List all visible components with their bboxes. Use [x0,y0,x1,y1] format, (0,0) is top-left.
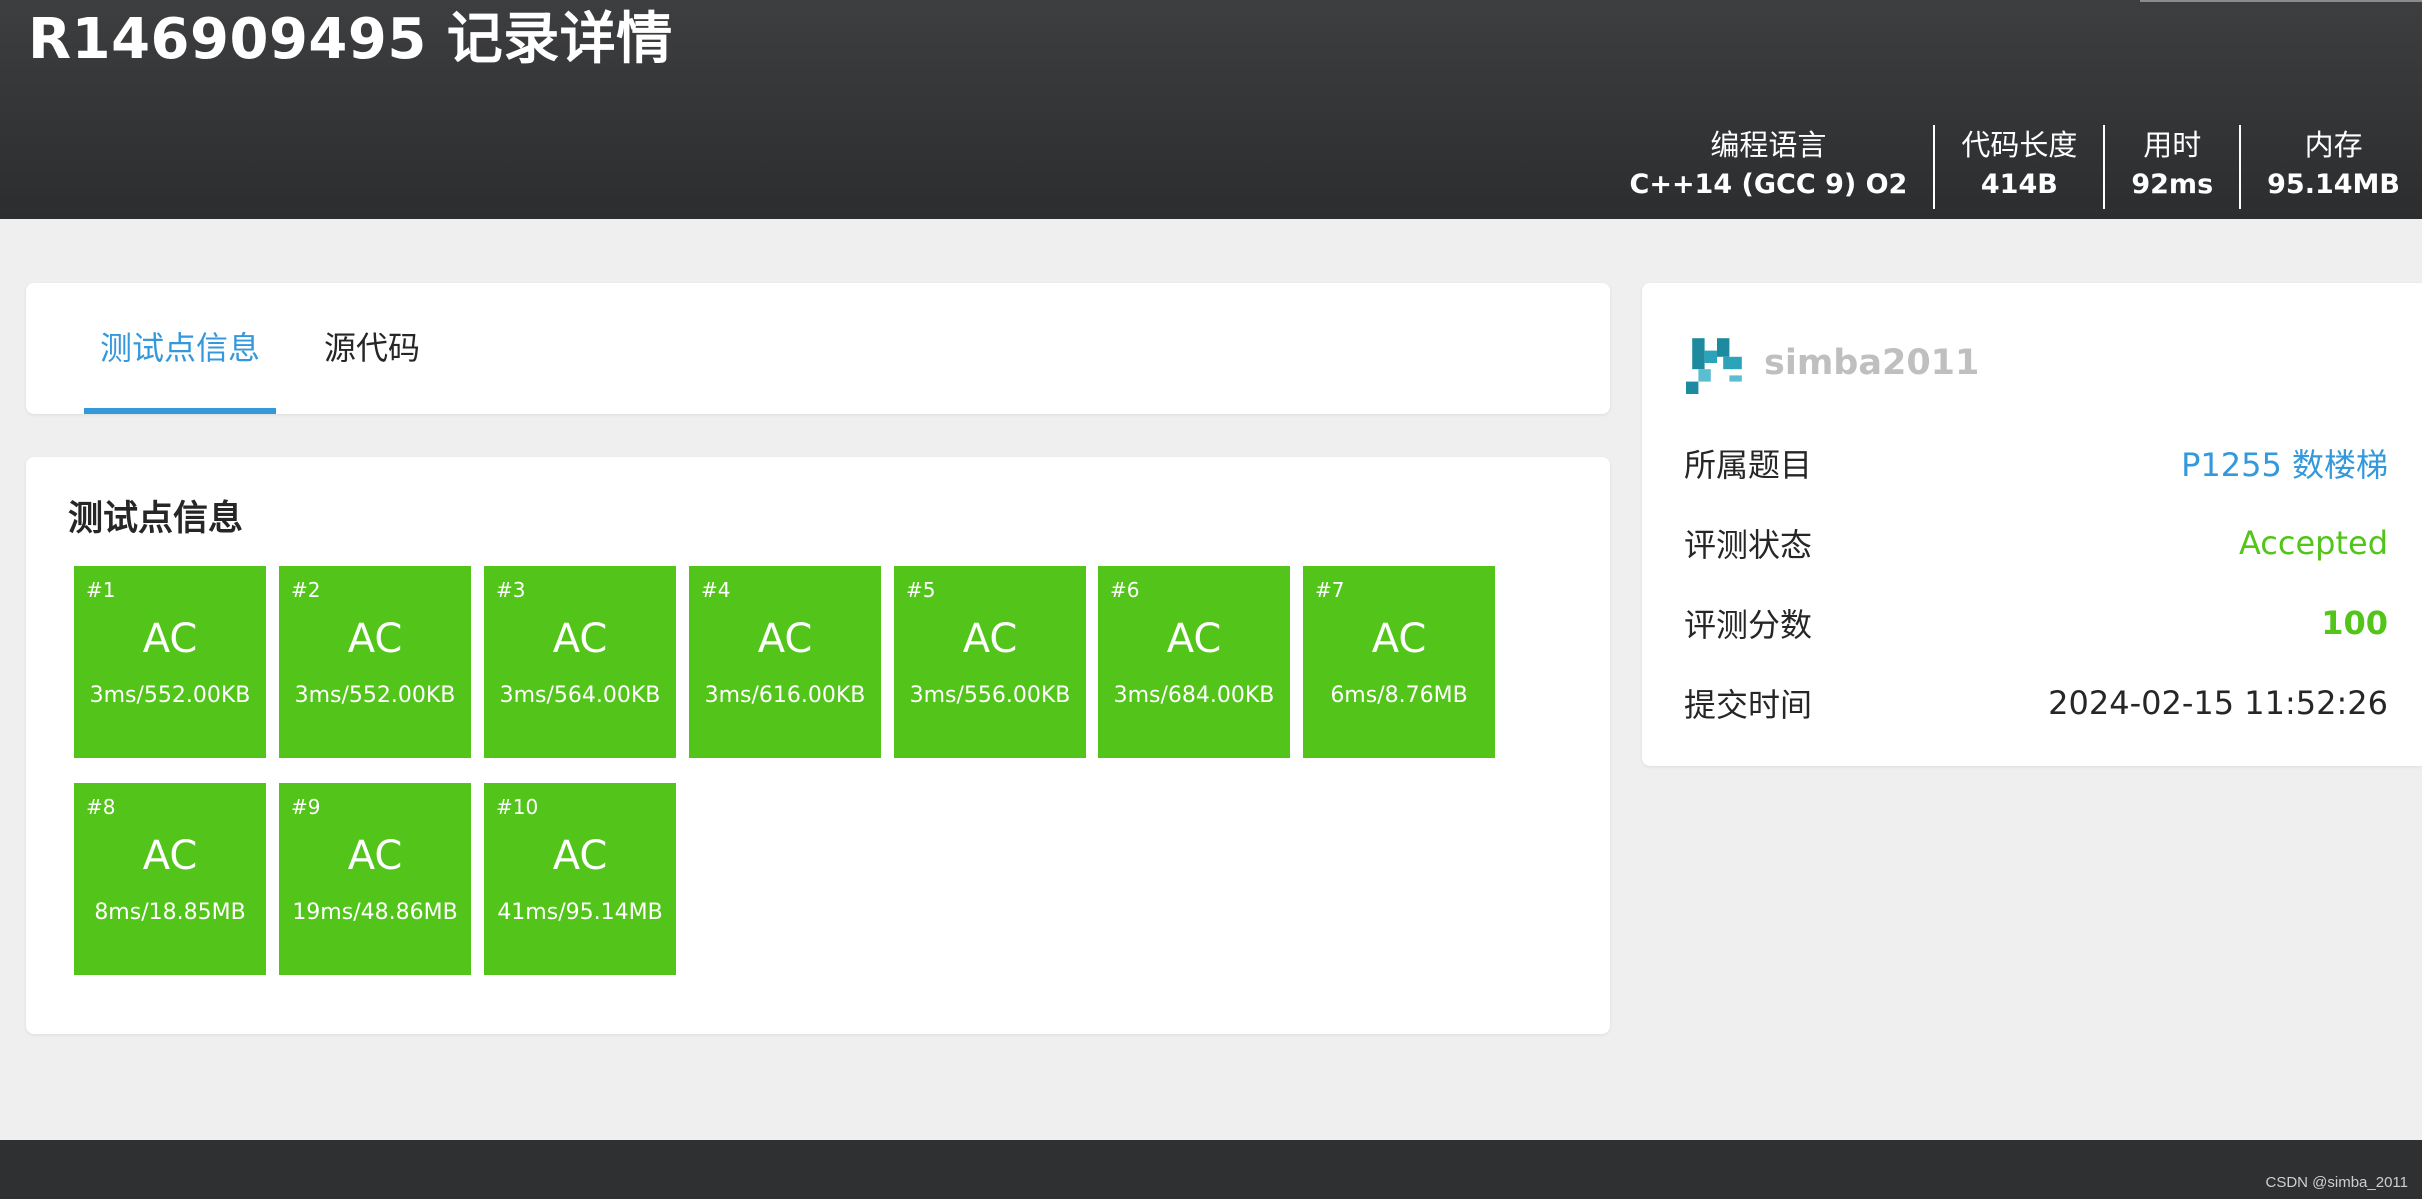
info-key: 评测分数 [1684,606,1813,644]
stat-language-value: C++14 (GCC 9) O2 [1629,169,1908,200]
testcase-number: #4 [701,578,731,602]
testcase-detail: 41ms/95.14MB [497,900,663,925]
testcase-number: #5 [906,578,936,602]
testcase-detail: 3ms/552.00KB [294,683,456,708]
testcase-tile[interactable]: #2 AC 3ms/552.00KB [279,566,471,758]
testcase-status: AC [552,616,608,662]
testcase-tile[interactable]: #1 AC 3ms/552.00KB [74,566,266,758]
testcase-number: #3 [496,578,526,602]
info-row-score: 评测分数 100 [1684,597,2388,649]
testcase-tile[interactable]: #10 AC 41ms/95.14MB [484,783,676,975]
user-row[interactable]: simba2011 [1686,331,1979,395]
stat-time: 用时 92ms [2103,125,2239,209]
info-row-problem: 所属题目 P1255 数楼梯 [1684,437,2388,489]
header-corner-line [2140,0,2422,2]
info-row-submit-time: 提交时间 2024-02-15 11:52:26 [1684,677,2388,729]
username[interactable]: simba2011 [1764,341,1979,385]
testcase-number: #6 [1110,578,1140,602]
testcase-status: AC [142,833,198,879]
stat-memory-value: 95.14MB [2267,169,2400,200]
record-info-card: simba2011 所属题目 P1255 数楼梯 评测状态 Accepted 评… [1642,283,2422,766]
submit-time-value: 2024-02-15 11:52:26 [2048,684,2388,722]
stat-memory: 内存 95.14MB [2239,125,2422,209]
testcase-number: #10 [496,795,539,819]
testcase-tile[interactable]: #7 AC 6ms/8.76MB [1303,566,1495,758]
stat-code-length-value: 414B [1980,169,2058,200]
testcases-card: 测试点信息 #1 AC 3ms/552.00KB #2 AC 3ms/552.0… [26,457,1610,1034]
page-title: R146909495 记录详情 [28,7,673,72]
testcase-tile[interactable]: #3 AC 3ms/564.00KB [484,566,676,758]
testcase-number: #9 [291,795,321,819]
testcase-detail: 6ms/8.76MB [1330,683,1468,708]
score-value: 100 [2321,604,2388,642]
testcase-status: AC [962,616,1018,662]
testcase-status: AC [347,833,403,879]
page-header: R146909495 记录详情 编程语言 C++14 (GCC 9) O2 代码… [0,0,2422,219]
testcase-number: #8 [86,795,116,819]
testcase-detail: 3ms/552.00KB [89,683,251,708]
problem-link[interactable]: P1255 数楼梯 [2181,440,2388,486]
testcase-tile[interactable]: #4 AC 3ms/616.00KB [689,566,881,758]
user-avatar-icon [1686,338,1742,394]
stat-code-length-label: 代码长度 [1961,128,2078,162]
testcase-detail: 19ms/48.86MB [292,900,458,925]
testcase-status: AC [552,833,608,879]
stat-code-length: 代码长度 414B [1933,125,2103,209]
testcase-detail: 3ms/616.00KB [704,683,866,708]
testcase-tile[interactable]: #5 AC 3ms/556.00KB [894,566,1086,758]
testcase-tile[interactable]: #8 AC 8ms/18.85MB [74,783,266,975]
testcase-detail: 3ms/564.00KB [499,683,661,708]
stat-language-label: 编程语言 [1710,128,1827,162]
stat-time-value: 92ms [2131,169,2214,200]
testcase-status: AC [142,616,198,662]
judge-status-value: Accepted [2238,524,2388,562]
testcase-number: #7 [1315,578,1345,602]
testcase-number: #2 [291,578,321,602]
info-key: 提交时间 [1684,686,1813,724]
testcase-detail: 8ms/18.85MB [94,900,246,925]
testcase-detail: 3ms/684.00KB [1113,683,1275,708]
stat-memory-label: 内存 [2304,128,2363,162]
testcase-status: AC [1166,616,1222,662]
testcase-status: AC [347,616,403,662]
testcases-title: 测试点信息 [68,499,244,539]
testcase-tile[interactable]: #6 AC 3ms/684.00KB [1098,566,1290,758]
record-stats: 编程语言 C++14 (GCC 9) O2 代码长度 414B 用时 92ms … [1604,125,2422,209]
tabs-card: 测试点信息 源代码 [26,283,1610,414]
page-footer: CSDN @simba_2011 [0,1140,2422,1199]
testcase-number: #1 [86,578,116,602]
testcase-tile[interactable]: #9 AC 19ms/48.86MB [279,783,471,975]
watermark: CSDN @simba_2011 [2265,1174,2408,1191]
tab-testcases[interactable]: 测试点信息 [84,283,277,414]
info-row-status: 评测状态 Accepted [1684,517,2388,569]
testcase-status: AC [757,616,813,662]
testcase-detail: 3ms/556.00KB [909,683,1071,708]
tab-source-code[interactable]: 源代码 [308,283,436,414]
info-key: 评测状态 [1684,526,1813,564]
stat-language: 编程语言 C++14 (GCC 9) O2 [1604,125,1934,209]
stat-time-label: 用时 [2143,128,2202,162]
info-key: 所属题目 [1684,446,1813,484]
testcase-status: AC [1371,616,1427,662]
